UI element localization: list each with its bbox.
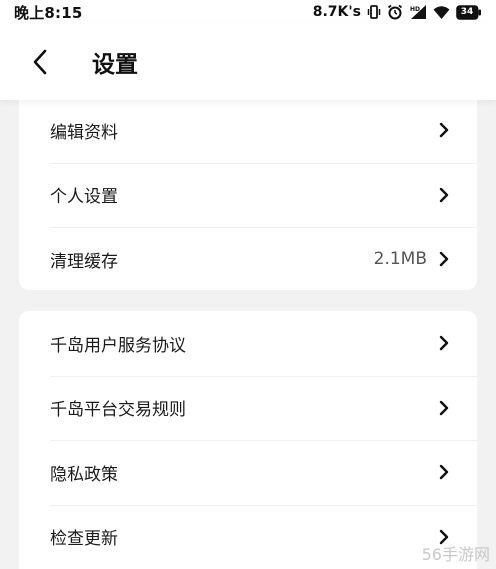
settings-group-account: 编辑资料 个人设置 清理缓存 2.1MB <box>19 98 477 290</box>
row-label: 编辑资料 <box>50 122 118 143</box>
svg-text:HD: HD <box>410 6 420 13</box>
row-label: 清理缓存 <box>50 251 118 272</box>
back-button[interactable] <box>10 32 70 92</box>
settings-group-about: 千岛用户服务协议 千岛平台交易规则 隐私政策 检查更新 <box>19 311 477 569</box>
app-header: 设置 <box>0 24 496 100</box>
watermark: 56手游网 <box>421 545 490 564</box>
alarm-icon <box>387 4 403 20</box>
settings-screen: 晚上8:15 8.7K's HD 34 设置 编辑资料 个人设置 清理缓存 2.… <box>0 0 496 569</box>
chevron-right-icon <box>439 122 451 138</box>
row-check-update[interactable]: 检查更新 <box>19 504 477 569</box>
battery-level: 34 <box>460 7 474 17</box>
row-label: 千岛平台交易规则 <box>50 400 186 421</box>
vibrate-icon <box>367 4 381 20</box>
status-icons: 8.7K's HD 34 <box>313 4 482 20</box>
row-label: 个人设置 <box>50 187 118 208</box>
row-label: 检查更新 <box>50 529 118 550</box>
row-label: 隐私政策 <box>50 464 118 485</box>
row-edit-profile[interactable]: 编辑资料 <box>19 98 477 163</box>
chevron-right-icon <box>439 335 451 351</box>
status-time: 晚上8:15 <box>14 3 83 22</box>
wifi-icon <box>433 4 450 20</box>
row-personal-settings[interactable]: 个人设置 <box>19 162 477 228</box>
chevron-left-icon <box>33 49 47 75</box>
row-user-agreement[interactable]: 千岛用户服务协议 <box>19 311 477 376</box>
row-privacy-policy[interactable]: 隐私政策 <box>19 440 477 505</box>
hd-signal-icon: HD <box>409 4 427 20</box>
page-title: 设置 <box>92 52 138 78</box>
chevron-right-icon <box>439 187 451 203</box>
cache-size-value: 2.1MB <box>373 249 427 270</box>
chevron-right-icon <box>439 464 451 480</box>
row-clear-cache[interactable]: 清理缓存 2.1MB <box>19 227 477 290</box>
status-bar: 晚上8:15 8.7K's HD 34 <box>0 0 496 24</box>
chevron-right-icon <box>439 251 451 267</box>
battery-icon: 34 <box>456 4 482 20</box>
row-trading-rules[interactable]: 千岛平台交易规则 <box>19 375 477 441</box>
network-speed: 8.7K's <box>312 4 361 20</box>
row-label: 千岛用户服务协议 <box>50 335 186 356</box>
chevron-right-icon <box>439 400 451 416</box>
